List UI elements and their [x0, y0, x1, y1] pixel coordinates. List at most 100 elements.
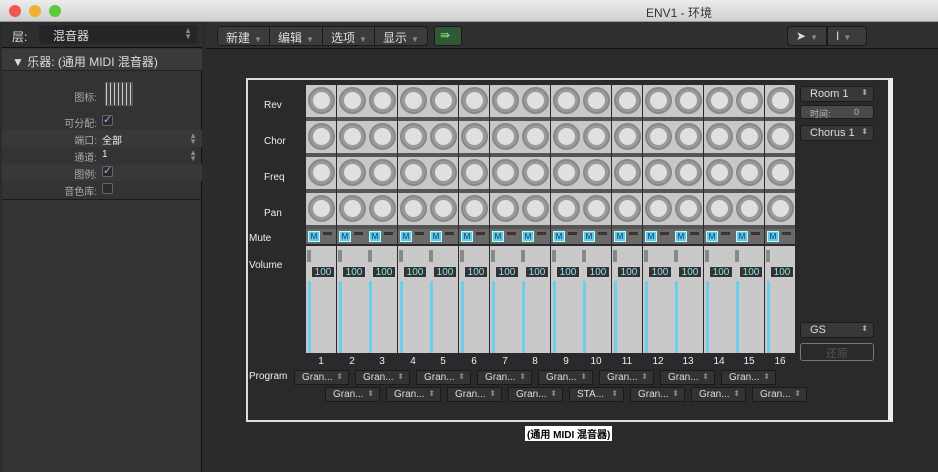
pointer-tool-menu[interactable]: ➤ ▼ [787, 26, 827, 46]
freq-knob-cell[interactable] [428, 157, 458, 193]
freq-knob-cell[interactable] [765, 157, 795, 193]
chor-knob[interactable] [645, 123, 672, 150]
pan-knob-cell[interactable] [306, 193, 336, 229]
pan-knob-cell[interactable] [704, 193, 734, 229]
volume-fader[interactable]: 100 [337, 246, 367, 353]
fader-handle[interactable] [644, 250, 648, 262]
mute-button[interactable]: M [400, 231, 412, 242]
chorus-type-select[interactable]: Chorus 1 ⬍ [800, 125, 874, 141]
chor-knob[interactable] [339, 123, 366, 150]
chor-knob[interactable] [706, 123, 733, 150]
rev-knob[interactable] [522, 87, 549, 114]
menu-view[interactable]: 显示 ▼ [374, 26, 428, 46]
freq-knob[interactable] [706, 159, 733, 186]
prop-port[interactable]: 端口: 全部 ▲ ▼ [2, 130, 202, 147]
chor-knob[interactable] [675, 123, 702, 150]
rev-knob[interactable] [706, 87, 733, 114]
reset-button[interactable]: 还原 [800, 343, 874, 361]
mode-select[interactable]: GS ⬍ [800, 322, 874, 338]
fader-handle[interactable] [766, 250, 770, 262]
rev-knob[interactable] [583, 87, 610, 114]
program-select[interactable]: Gran... ⬍ [386, 387, 441, 402]
freq-knob-cell[interactable] [490, 157, 520, 193]
chor-knob-cell[interactable] [704, 121, 734, 157]
mute-button[interactable]: M [492, 231, 504, 242]
freq-knob-cell[interactable] [734, 157, 764, 193]
freq-knob[interactable] [767, 159, 794, 186]
pan-knob-cell[interactable] [367, 193, 397, 229]
mute-button[interactable]: M [675, 231, 687, 242]
rev-knob-cell[interactable] [337, 85, 367, 121]
freq-knob-cell[interactable] [581, 157, 611, 193]
chor-knob[interactable] [369, 123, 396, 150]
fader-handle[interactable] [552, 250, 556, 262]
rev-knob-cell[interactable] [581, 85, 611, 121]
rev-knob[interactable] [461, 87, 488, 114]
freq-knob-cell[interactable] [520, 157, 550, 193]
pan-knob[interactable] [645, 195, 672, 222]
rev-knob-cell[interactable] [734, 85, 764, 121]
pan-knob[interactable] [339, 195, 366, 222]
pan-knob-cell[interactable] [459, 193, 489, 229]
rev-knob[interactable] [645, 87, 672, 114]
chor-knob[interactable] [522, 123, 549, 150]
freq-knob[interactable] [645, 159, 672, 186]
gm-mixer-object[interactable]: Rev Chor Freq Pan Mute Volume Program Ro… [246, 78, 893, 422]
volume-fader[interactable]: 100 [306, 246, 336, 353]
chor-knob-cell[interactable] [765, 121, 795, 157]
pan-knob[interactable] [706, 195, 733, 222]
volume-fader[interactable]: 100 [734, 246, 764, 353]
mute-button[interactable]: M [308, 231, 320, 242]
program-select[interactable]: Gran... ⬍ [752, 387, 807, 402]
chor-knob-cell[interactable] [520, 121, 550, 157]
freq-knob[interactable] [736, 159, 763, 186]
program-select[interactable]: Gran... ⬍ [325, 387, 380, 402]
mute-button[interactable]: M [706, 231, 718, 242]
midi-link-icon[interactable]: ⇛ [434, 26, 462, 46]
volume-fader[interactable]: 100 [398, 246, 428, 353]
program-select[interactable]: Gran... ⬍ [691, 387, 746, 402]
rev-knob-cell[interactable] [520, 85, 550, 121]
freq-knob-cell[interactable] [337, 157, 367, 193]
program-select[interactable]: Gran... ⬍ [721, 370, 776, 385]
program-select[interactable]: Gran... ⬍ [355, 370, 410, 385]
rev-knob[interactable] [614, 87, 641, 114]
fader-handle[interactable] [338, 250, 342, 262]
freq-knob[interactable] [461, 159, 488, 186]
fader-handle[interactable] [735, 250, 739, 262]
freq-knob-cell[interactable] [306, 157, 336, 193]
rev-knob-cell[interactable] [643, 85, 673, 121]
chor-knob-cell[interactable] [398, 121, 428, 157]
chor-knob-cell[interactable] [643, 121, 673, 157]
freq-knob[interactable] [553, 159, 580, 186]
rev-knob[interactable] [736, 87, 763, 114]
program-select[interactable]: Gran... ⬍ [630, 387, 685, 402]
volume-fader[interactable]: 100 [704, 246, 734, 353]
volume-fader[interactable]: 100 [490, 246, 520, 353]
rev-knob[interactable] [553, 87, 580, 114]
chor-knob-cell[interactable] [337, 121, 367, 157]
menu-new[interactable]: 新建 ▼ [217, 26, 271, 46]
freq-knob[interactable] [614, 159, 641, 186]
freq-knob[interactable] [339, 159, 366, 186]
volume-fader[interactable]: 100 [459, 246, 489, 353]
volume-fader[interactable]: 100 [673, 246, 703, 353]
chor-knob[interactable] [400, 123, 427, 150]
chor-knob[interactable] [583, 123, 610, 150]
program-select[interactable]: Gran... ⬍ [660, 370, 715, 385]
pan-knob[interactable] [583, 195, 610, 222]
fader-handle[interactable] [521, 250, 525, 262]
rev-knob[interactable] [308, 87, 335, 114]
legend-checkbox[interactable]: ✓ [102, 166, 113, 177]
chor-knob[interactable] [308, 123, 335, 150]
freq-knob-cell[interactable] [612, 157, 642, 193]
pan-knob-cell[interactable] [643, 193, 673, 229]
instrument-header[interactable]: ▼ 乐器: (通用 MIDI 混音器) [2, 49, 202, 71]
bank-checkbox[interactable] [102, 183, 113, 194]
freq-knob-cell[interactable] [643, 157, 673, 193]
pan-knob-cell[interactable] [765, 193, 795, 229]
text-tool-menu[interactable]: I ▼ [827, 26, 867, 46]
pan-knob[interactable] [369, 195, 396, 222]
chor-knob-cell[interactable] [490, 121, 520, 157]
freq-knob-cell[interactable] [673, 157, 703, 193]
